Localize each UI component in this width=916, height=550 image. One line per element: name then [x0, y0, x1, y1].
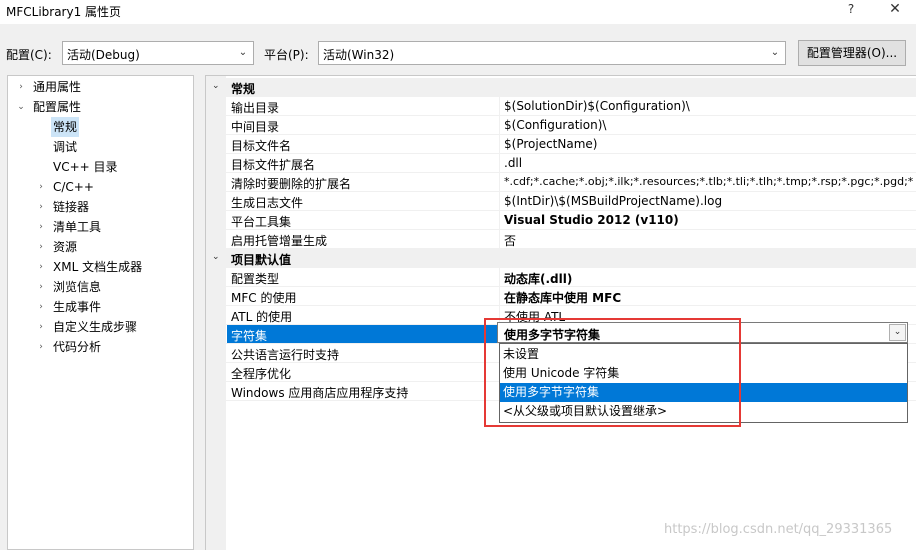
column-divider	[499, 268, 500, 287]
chevron-right-icon[interactable]: ›	[36, 257, 46, 277]
configuration-manager-button[interactable]: 配置管理器(O)...	[798, 40, 906, 66]
property-row[interactable]: 目标文件名 $(ProjectName)	[206, 135, 916, 154]
column-divider	[499, 192, 500, 211]
tree-item-label: 常规	[51, 117, 80, 137]
property-row[interactable]: MFC 的使用 在静态库中使用 MFC	[206, 287, 916, 306]
chevron-right-icon[interactable]: ›	[36, 197, 46, 217]
property-name: 配置类型	[231, 272, 280, 286]
chevron-right-icon[interactable]: ›	[36, 217, 46, 237]
tree-item-label: 浏览信息	[53, 280, 102, 294]
property-value: $(Configuration)\	[504, 118, 607, 132]
column-divider	[499, 173, 500, 192]
tree-item-label: 资源	[53, 240, 78, 254]
platform-value: 活动(Win32)	[323, 48, 395, 62]
chevron-right-icon[interactable]: ›	[36, 337, 46, 357]
column-divider	[499, 287, 500, 306]
chevron-right-icon[interactable]: ›	[36, 297, 46, 317]
tree-item-label: XML 文档生成器	[53, 260, 143, 274]
category-project-defaults[interactable]: ⌄ 项目默认值	[206, 249, 916, 268]
property-value: $(IntDir)\$(MSBuildProjectName).log	[504, 194, 723, 208]
tree-item-label: 代码分析	[53, 340, 102, 354]
platform-combo[interactable]: 活动(Win32) ⌄	[318, 41, 786, 65]
tree-item-label: 通用属性	[33, 80, 82, 94]
chevron-down-icon: ⌄	[770, 47, 780, 58]
column-divider	[499, 211, 500, 230]
column-divider	[499, 230, 500, 249]
chevron-down-icon[interactable]: ⌄	[16, 97, 26, 117]
chevron-down-icon[interactable]: ⌄	[212, 81, 220, 91]
property-value: $(ProjectName)	[504, 137, 598, 151]
category-general[interactable]: ⌄ 常规	[206, 78, 916, 97]
chevron-right-icon[interactable]: ›	[16, 77, 26, 97]
chevron-down-icon[interactable]: ⌄	[212, 252, 220, 262]
title-bar: MFCLibrary1 属性页 ? ✕	[0, 0, 916, 24]
chevron-down-icon[interactable]: ⌄	[889, 324, 906, 341]
tree-item-label: VC++ 目录	[53, 160, 118, 174]
column-divider	[499, 154, 500, 173]
config-combo[interactable]: 活动(Debug) ⌄	[62, 41, 254, 65]
selected-name-cell	[227, 325, 499, 344]
property-name: 平台工具集	[231, 215, 292, 229]
tree-item-label: 链接器	[53, 200, 90, 214]
property-value: .dll	[504, 156, 523, 170]
property-name: 目标文件名	[231, 139, 292, 153]
property-grid: ⌄ 常规 输出目录 $(SolutionDir)$(Configuration)…	[205, 75, 916, 550]
property-name: ATL 的使用	[231, 310, 293, 324]
property-name: 公共语言运行时支持	[231, 348, 340, 362]
chevron-right-icon[interactable]: ›	[36, 177, 46, 197]
chevron-right-icon[interactable]: ›	[36, 277, 46, 297]
close-button[interactable]: ✕	[882, 1, 908, 21]
property-row[interactable]: 中间目录 $(Configuration)\	[206, 116, 916, 135]
config-toolbar: 配置(C): 活动(Debug) ⌄ 平台(P): 活动(Win32) ⌄ 配置…	[0, 24, 916, 68]
tree-item-label: 配置属性	[33, 100, 82, 114]
property-name: 全程序优化	[231, 367, 292, 381]
tree-item-label: 自定义生成步骤	[53, 320, 138, 334]
property-value: 动态库(.dll)	[504, 272, 573, 286]
property-row[interactable]: 目标文件扩展名 .dll	[206, 154, 916, 173]
column-divider	[499, 116, 500, 135]
chevron-right-icon[interactable]: ›	[36, 317, 46, 337]
help-button[interactable]: ?	[842, 2, 860, 20]
property-row[interactable]: 配置类型 动态库(.dll)	[206, 268, 916, 287]
property-name: 启用托管增量生成	[231, 234, 328, 248]
platform-label: 平台(P):	[264, 48, 309, 62]
property-name: 字符集	[231, 329, 268, 343]
property-value: Visual Studio 2012 (v110)	[504, 213, 679, 227]
category-title: 项目默认值	[231, 253, 292, 267]
watermark: https://blog.csdn.net/qq_29331365	[664, 522, 893, 537]
property-name: Windows 应用商店应用程序支持	[231, 386, 409, 400]
property-value: 否	[504, 234, 517, 248]
property-value: $(SolutionDir)$(Configuration)\	[504, 99, 690, 113]
property-name: 输出目录	[231, 101, 280, 115]
category-title: 常规	[231, 82, 256, 96]
property-name: 生成日志文件	[231, 196, 304, 210]
property-name: 中间目录	[231, 120, 280, 134]
property-row[interactable]: 清除时要删除的扩展名 *.cdf;*.cache;*.obj;*.ilk;*.r…	[206, 173, 916, 192]
tree-item-label: 生成事件	[53, 300, 102, 314]
chevron-right-icon[interactable]: ›	[36, 237, 46, 257]
property-tree: › 通用属性 ⌄ 配置属性 常规 调试 VC++ 目录 › C/C++ › 链接…	[7, 75, 194, 550]
property-row[interactable]: 平台工具集 Visual Studio 2012 (v110)	[206, 211, 916, 230]
property-name: MFC 的使用	[231, 291, 297, 305]
property-name: 清除时要删除的扩展名	[231, 177, 352, 191]
config-value: 活动(Debug)	[67, 48, 140, 62]
property-value: 在静态库中使用 MFC	[504, 291, 622, 305]
property-row[interactable]: 启用托管增量生成 否	[206, 230, 916, 249]
config-label: 配置(C):	[6, 48, 52, 62]
property-name: 目标文件扩展名	[231, 158, 316, 172]
window-title: MFCLibrary1 属性页	[6, 5, 122, 19]
tree-item-label: 清单工具	[53, 220, 102, 234]
property-row[interactable]: 生成日志文件 $(IntDir)\$(MSBuildProjectName).l…	[206, 192, 916, 211]
highlight-annotation	[484, 318, 741, 427]
property-value: *.cdf;*.cache;*.obj;*.ilk;*.resources;*.…	[504, 175, 914, 188]
chevron-down-icon: ⌄	[238, 47, 248, 58]
column-divider	[499, 135, 500, 154]
property-row[interactable]: 输出目录 $(SolutionDir)$(Configuration)\	[206, 97, 916, 116]
tree-item-label: 调试	[53, 140, 78, 154]
column-divider	[499, 97, 500, 116]
tree-item-label: C/C++	[53, 180, 94, 194]
